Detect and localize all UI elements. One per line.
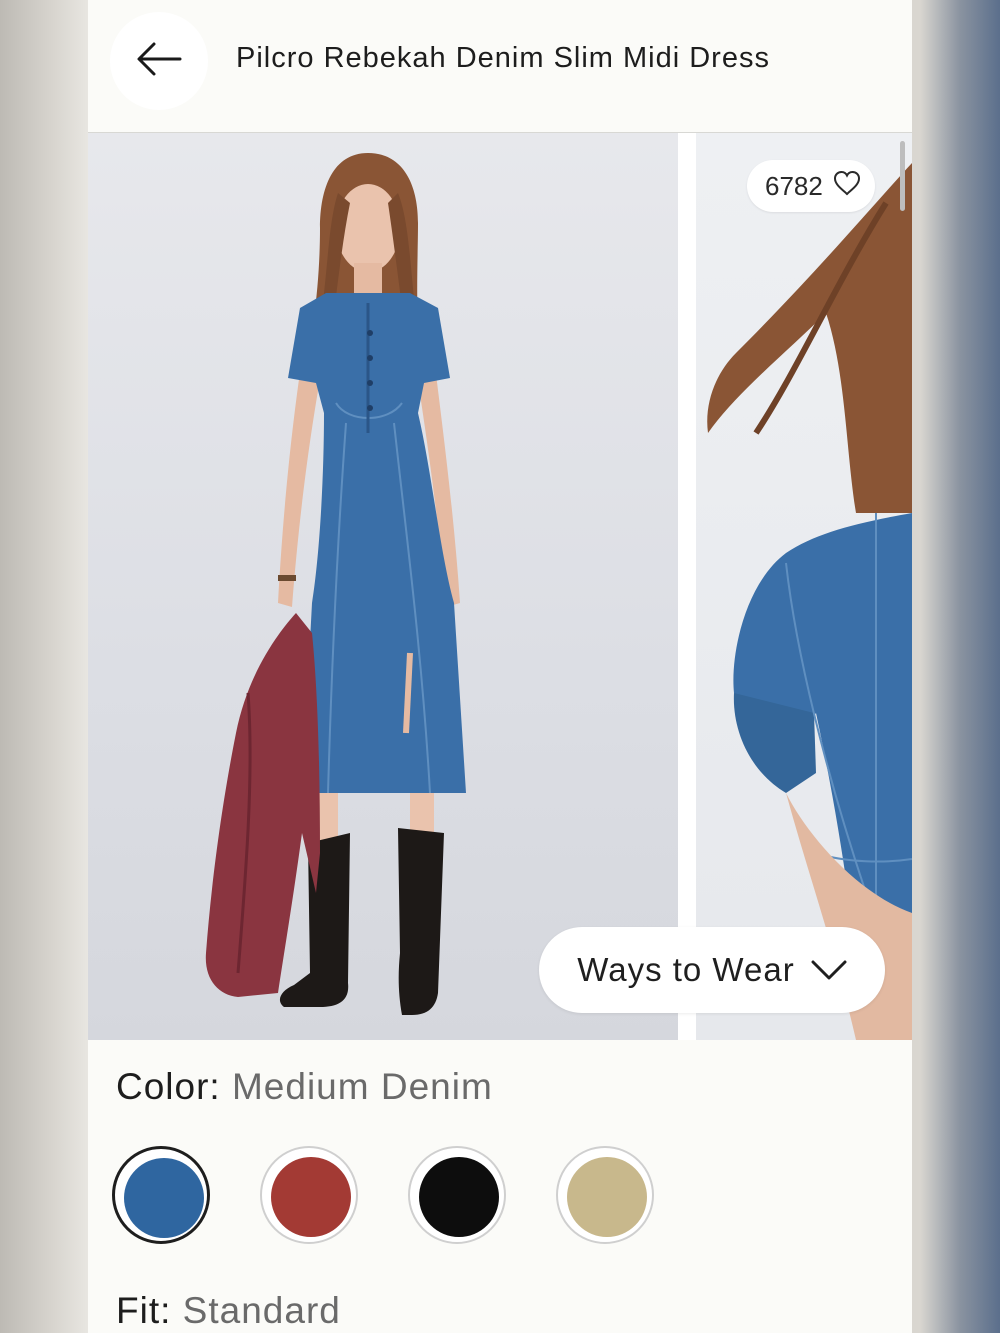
arrow-left-icon: [136, 41, 182, 82]
likes-button[interactable]: 6782: [747, 160, 875, 212]
header: Pilcro Rebekah Denim Slim Midi Dress: [88, 0, 912, 133]
ways-to-wear-button[interactable]: Ways to Wear: [539, 927, 885, 1013]
likes-count: 6782: [765, 170, 823, 201]
swatch-fill: [419, 1157, 499, 1237]
color-row: Color: Medium Denim: [116, 1066, 493, 1108]
product-image-main[interactable]: [88, 133, 678, 1040]
heart-outline-icon: [833, 170, 861, 203]
color-swatches: [112, 1146, 712, 1246]
product-image-detail[interactable]: [696, 133, 912, 1040]
product-title: Pilcro Rebekah Denim Slim Midi Dress: [236, 42, 770, 74]
color-value: Medium Denim: [231, 1066, 493, 1107]
model-shoulder-detail-illustration: [707, 163, 912, 1040]
back-button[interactable]: [110, 12, 208, 110]
model-full-body-illustration: [205, 153, 466, 1015]
scrollbar-thumb[interactable]: [900, 141, 905, 211]
swatch-fill: [567, 1157, 647, 1237]
fit-label: Fit:: [116, 1290, 172, 1331]
swatch-fill: [124, 1158, 204, 1238]
fit-row: Fit: Standard: [116, 1290, 341, 1332]
gallery-divider: [678, 133, 696, 1040]
ways-to-wear-label: Ways to Wear: [577, 951, 795, 988]
swatch-medium-denim[interactable]: [112, 1146, 210, 1244]
swatch-red[interactable]: [260, 1146, 358, 1244]
swatch-tan[interactable]: [556, 1146, 654, 1244]
color-label: Color:: [116, 1066, 221, 1107]
swatch-fill: [271, 1157, 351, 1237]
image-gallery[interactable]: 6782 Ways to Wear: [88, 133, 912, 1040]
fit-value: Standard: [182, 1290, 341, 1331]
swatch-black[interactable]: [408, 1146, 506, 1244]
chevron-down-icon: [811, 951, 847, 989]
product-page: Pilcro Rebekah Denim Slim Midi Dress 678…: [88, 0, 912, 1333]
